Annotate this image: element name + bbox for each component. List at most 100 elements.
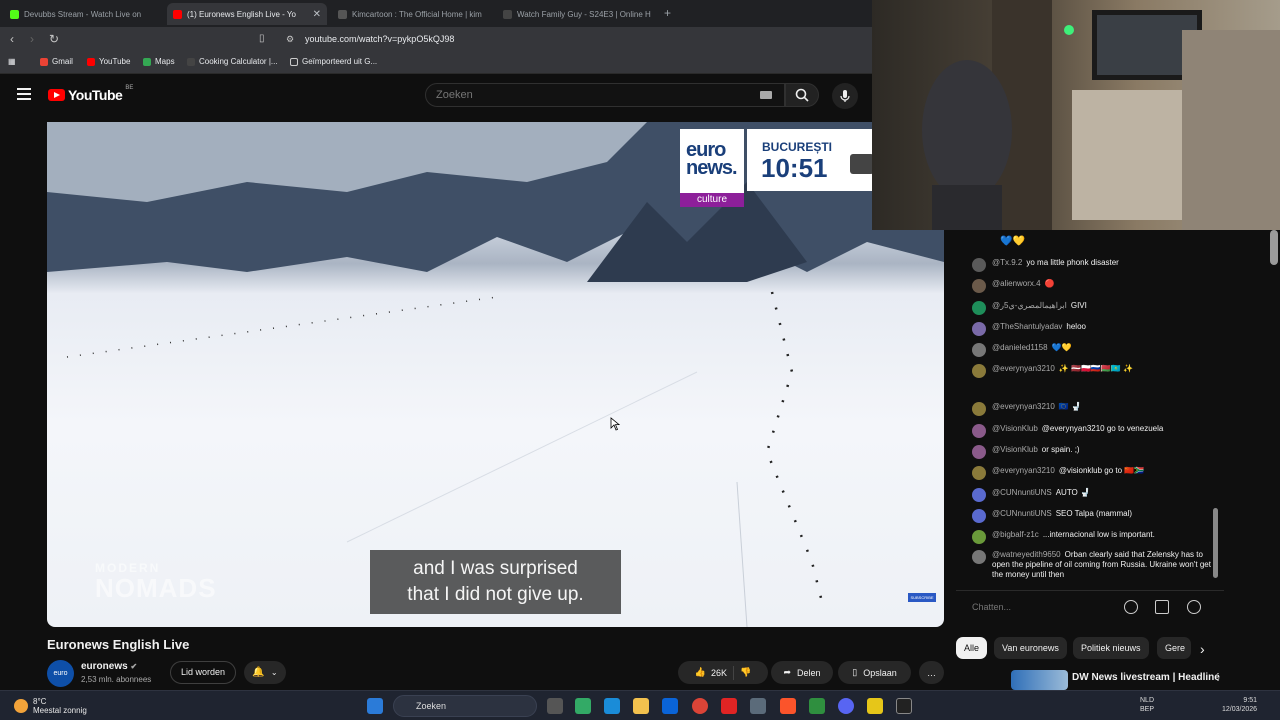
menu-icon[interactable] bbox=[17, 88, 31, 100]
weather-widget[interactable]: 8°C Meestal zonnig bbox=[14, 697, 87, 715]
bookmark-cooking[interactable]: Cooking Calculator |... bbox=[187, 57, 278, 66]
chat-scrollbar[interactable] bbox=[1213, 508, 1218, 578]
bookmark-icon[interactable]: ▯ bbox=[259, 33, 265, 45]
app-icon-3[interactable] bbox=[896, 698, 912, 714]
chat-avatar[interactable] bbox=[972, 301, 986, 315]
chat-author[interactable]: @alienworx.4 bbox=[992, 279, 1041, 288]
super-chat-icon[interactable] bbox=[1155, 600, 1169, 614]
chat-author[interactable]: @watneyedith9650 bbox=[992, 550, 1061, 559]
url-field[interactable]: youtube.com/watch?v=pykpO5kQJ98 bbox=[305, 34, 454, 44]
taskbar-search[interactable]: Zoeken bbox=[393, 695, 537, 717]
browser-tab-youtube[interactable]: (1) Euronews English Live - Yo ✕ bbox=[167, 3, 327, 25]
notification-button[interactable]: 🔔 ⌄ bbox=[244, 661, 286, 684]
youtube-app-icon[interactable] bbox=[721, 698, 737, 714]
chat-author[interactable]: @VisionKlub bbox=[992, 445, 1038, 454]
more-actions-button[interactable]: … bbox=[919, 661, 944, 684]
video-player[interactable]: euro news. culture BUCUREȘTI 10:51 MODER… bbox=[47, 122, 944, 627]
heart-icon[interactable] bbox=[1187, 600, 1201, 614]
more-vert-icon[interactable]: ⋮ bbox=[1213, 672, 1223, 683]
chat-author[interactable]: @CUNnuntiUNS bbox=[992, 488, 1052, 497]
reload-icon[interactable]: ↻ bbox=[49, 33, 59, 45]
emoji-icon[interactable] bbox=[1124, 600, 1138, 614]
keyboard-icon[interactable] bbox=[760, 91, 772, 99]
chevron-right-icon[interactable]: › bbox=[1200, 641, 1205, 657]
task-view-icon[interactable] bbox=[547, 698, 563, 714]
file-explorer-icon[interactable] bbox=[633, 698, 649, 714]
chat-author[interactable]: @TheShantulyadav bbox=[992, 322, 1062, 331]
system-clock[interactable]: 9:51 12/03/2026 bbox=[1222, 696, 1257, 714]
chat-author[interactable]: @ابراهيمالمصري-ي5ر bbox=[992, 301, 1067, 310]
chip-related[interactable]: Gere bbox=[1157, 637, 1191, 659]
chip-all[interactable]: Alle bbox=[956, 637, 988, 659]
forward-icon[interactable]: › bbox=[30, 33, 34, 45]
browser-tab-kimcartoon[interactable]: Kimcartoon : The Official Home | kim bbox=[332, 3, 492, 25]
share-button[interactable]: ➦ Delen bbox=[771, 661, 833, 684]
save-button[interactable]: ▯ Opslaan bbox=[838, 661, 911, 684]
close-tab-icon[interactable]: ✕ bbox=[313, 9, 321, 20]
chat-author[interactable]: @everynyan3210 bbox=[992, 402, 1055, 411]
search-input[interactable] bbox=[426, 84, 726, 106]
browser-tab-familyguy[interactable]: Watch Family Guy - S24E3 | Online H bbox=[497, 3, 657, 25]
chat-avatar[interactable] bbox=[972, 445, 986, 459]
channel-name[interactable]: euronews ✔ bbox=[81, 661, 137, 672]
chrome-icon[interactable] bbox=[692, 698, 708, 714]
system-tray[interactable]: NLD BEP bbox=[1140, 696, 1154, 714]
join-button[interactable]: Lid worden bbox=[170, 661, 237, 684]
dislike-button[interactable]: 👎 bbox=[740, 667, 751, 678]
brave-icon[interactable] bbox=[780, 698, 796, 714]
chat-avatar[interactable] bbox=[972, 258, 986, 272]
chat-message: @VisionKlub or spain. ;) bbox=[972, 445, 1212, 459]
app-icon-2[interactable] bbox=[867, 698, 883, 714]
start-icon[interactable] bbox=[367, 698, 383, 714]
browser-tab-kick[interactable]: Devubbs Stream - Watch Live on bbox=[4, 3, 164, 25]
tab-title: Kimcartoon : The Official Home | kim bbox=[352, 9, 482, 19]
new-tab-button[interactable]: + bbox=[664, 6, 671, 20]
taskbar-search-label: Zoeken bbox=[416, 701, 447, 711]
chat-avatar[interactable] bbox=[972, 466, 986, 480]
recommendation-title[interactable]: DW News livestream | Headline bbox=[1072, 672, 1220, 683]
chat-avatar[interactable] bbox=[972, 402, 986, 416]
channel-avatar[interactable]: euro news. bbox=[47, 660, 74, 704]
chat-author[interactable]: @everynyan3210 bbox=[992, 364, 1055, 373]
discord-icon[interactable] bbox=[838, 698, 854, 714]
chat-avatar[interactable] bbox=[972, 424, 986, 438]
chat-author[interactable]: @bigbalf-z1c bbox=[992, 530, 1039, 539]
search-button[interactable] bbox=[785, 83, 819, 107]
site-info-icon[interactable]: ⚙ bbox=[286, 33, 294, 45]
mail-icon[interactable] bbox=[662, 698, 678, 714]
chat-avatar[interactable] bbox=[972, 343, 986, 357]
bookmark-youtube[interactable]: YouTube bbox=[87, 57, 130, 66]
recommendation-thumbnail[interactable] bbox=[1011, 670, 1068, 690]
app-icon[interactable] bbox=[809, 698, 825, 714]
chat-avatar[interactable] bbox=[972, 364, 986, 378]
webcam-overlay bbox=[872, 0, 1280, 230]
voice-search-button[interactable] bbox=[832, 83, 858, 109]
chip-from-euronews[interactable]: Van euronews bbox=[994, 637, 1067, 659]
bookmark-imported[interactable]: Geïmporteerd uit G... bbox=[290, 57, 377, 66]
chat-avatar[interactable] bbox=[972, 322, 986, 336]
like-button[interactable]: 👍 26K bbox=[695, 667, 727, 678]
edge-icon[interactable] bbox=[604, 698, 620, 714]
back-icon[interactable]: ‹ bbox=[10, 33, 14, 45]
apps-icon[interactable]: ▦ bbox=[8, 57, 16, 66]
chat-avatar[interactable] bbox=[972, 550, 986, 564]
page-scrollbar[interactable] bbox=[1270, 230, 1278, 265]
chat-avatar[interactable] bbox=[972, 279, 986, 293]
store-icon[interactable] bbox=[575, 698, 591, 714]
chat-author[interactable]: @danieled1158 bbox=[992, 343, 1048, 352]
chat-avatar[interactable] bbox=[972, 530, 986, 544]
calculator-icon[interactable] bbox=[750, 698, 766, 714]
chat-avatar[interactable] bbox=[972, 509, 986, 523]
share-icon: ➦ bbox=[783, 667, 792, 677]
chat-author[interactable]: @VisionKlub bbox=[992, 424, 1038, 433]
chat-message-body: @bigbalf-z1c ...internacional low is impo… bbox=[992, 530, 1155, 544]
chip-political-news[interactable]: Politiek nieuws bbox=[1073, 637, 1149, 659]
chat-author[interactable]: @Tx.9.2 bbox=[992, 258, 1022, 267]
bookmark-maps[interactable]: Maps bbox=[143, 57, 175, 66]
youtube-logo[interactable]: YouTube BE bbox=[48, 85, 133, 103]
chat-author[interactable]: @CUNnuntiUNS bbox=[992, 509, 1052, 518]
chat-author[interactable]: @everynyan3210 bbox=[992, 466, 1055, 475]
bookmark-gmail[interactable]: Gmail bbox=[40, 57, 73, 66]
chat-avatar[interactable] bbox=[972, 488, 986, 502]
subscribe-badge[interactable]: SUBSCRIBE bbox=[908, 593, 936, 602]
